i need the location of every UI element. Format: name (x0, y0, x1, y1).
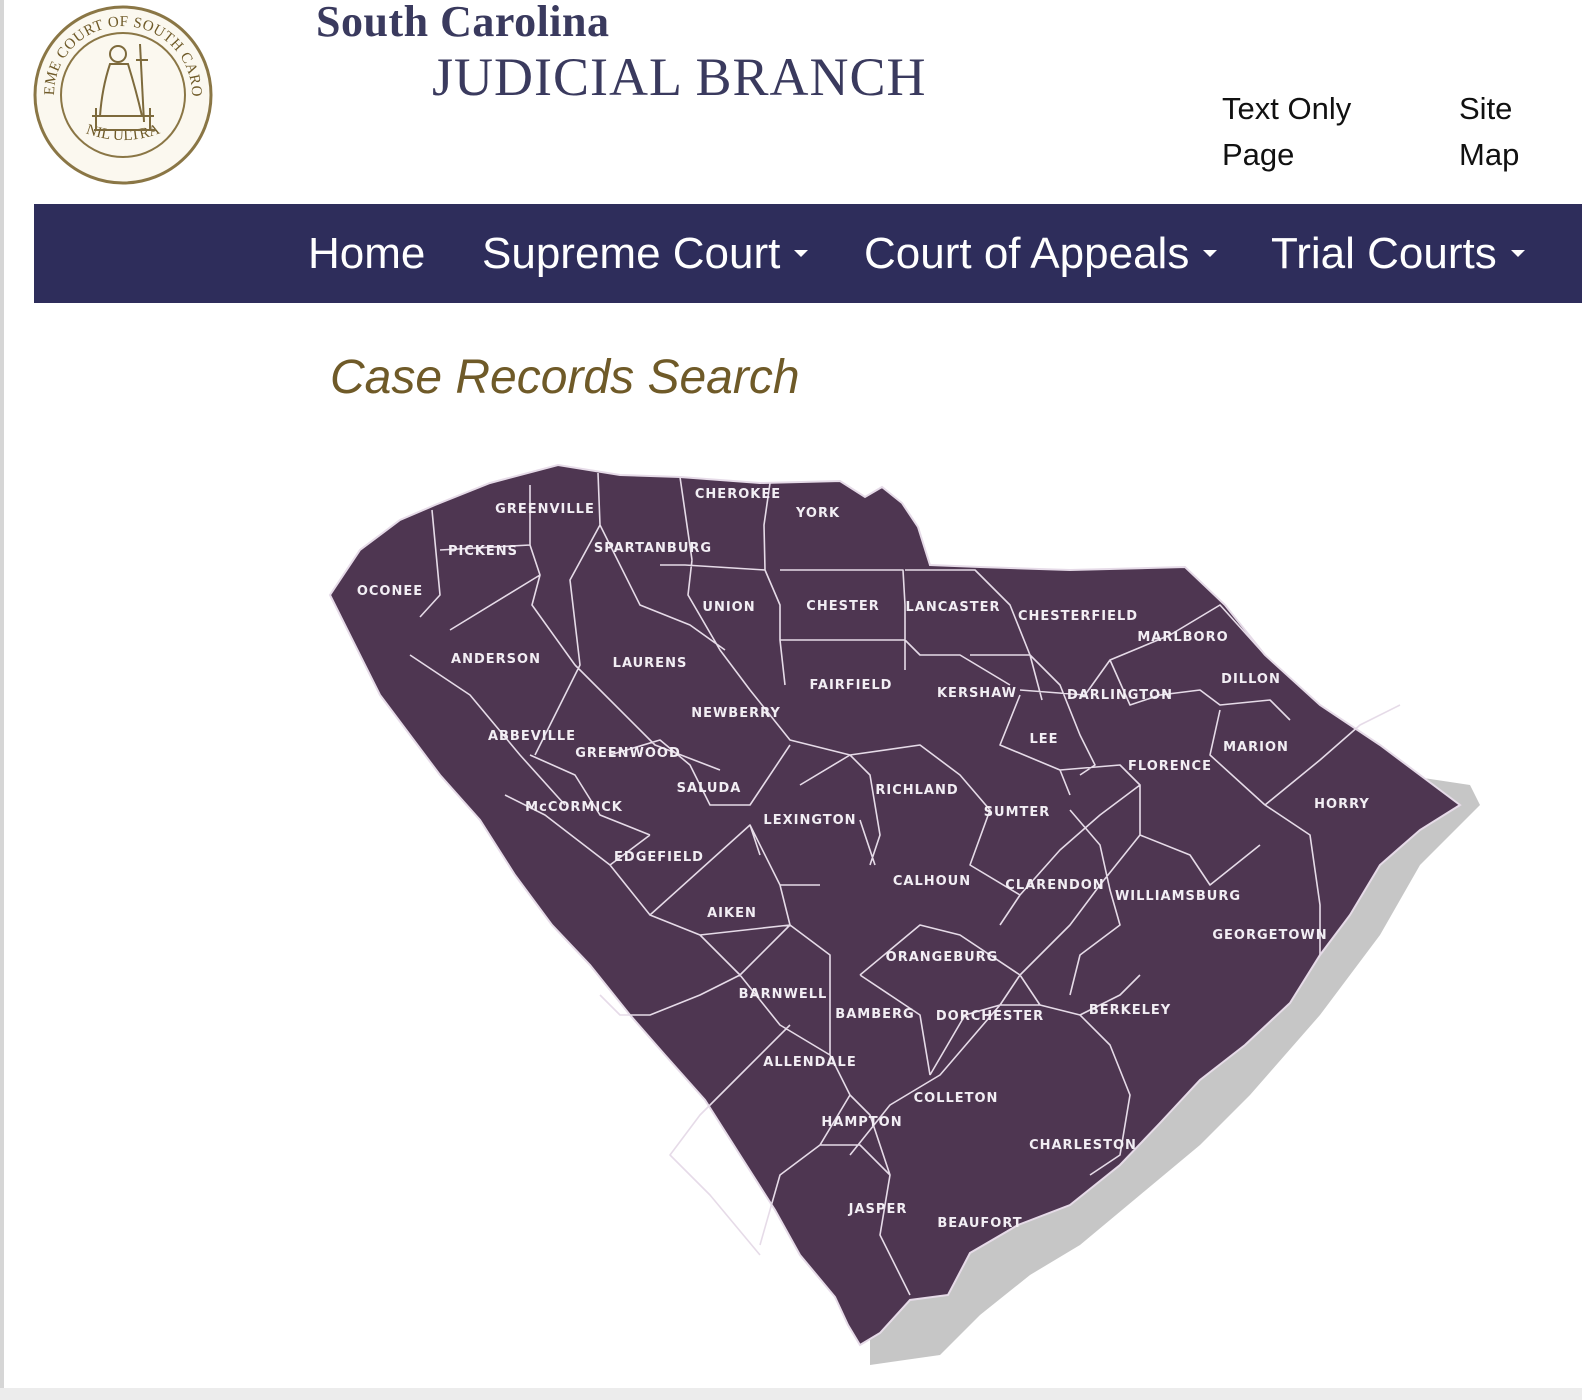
county-label-chester[interactable]: CHESTER (806, 599, 879, 614)
nav-trial-courts-label: Trial Courts (1271, 229, 1497, 278)
county-label-beaufort[interactable]: BEAUFORT (937, 1216, 1022, 1231)
county-label-hampton[interactable]: HAMPTON (821, 1115, 902, 1130)
main-nav: Home Supreme Court Court of Appeals Tria… (34, 204, 1582, 303)
county-label-dillon[interactable]: DILLON (1221, 672, 1281, 687)
county-label-greenville[interactable]: GREENVILLE (495, 502, 595, 517)
nav-supreme-court[interactable]: Supreme Court (482, 204, 809, 303)
chevron-down-icon (1510, 249, 1525, 257)
county-label-laurens[interactable]: LAURENS (613, 656, 688, 671)
brand-name-line2: JUDICIAL BRANCH (432, 47, 927, 107)
county-label-greenwood[interactable]: GREENWOOD (575, 746, 681, 761)
county-label-sumter[interactable]: SUMTER (984, 805, 1051, 820)
county-label-barnwell[interactable]: BARNWELL (739, 987, 828, 1002)
window-edge (0, 0, 4, 1400)
county-label-lee[interactable]: LEE (1029, 732, 1058, 747)
county-label-lexington[interactable]: LEXINGTON (763, 813, 856, 828)
county-label-williamsburg[interactable]: WILLIAMSBURG (1115, 889, 1241, 904)
south-carolina-county-map[interactable]: OCONEE PICKENS GREENVILLE SPARTANBURG CHEROK… (320, 455, 1480, 1375)
county-label-calhoun[interactable]: CALHOUN (893, 874, 971, 889)
county-label-charleston[interactable]: CHARLESTON (1029, 1138, 1137, 1153)
county-label-newberry[interactable]: NEWBERRY (691, 706, 781, 721)
county-label-edgefield[interactable]: EDGEFIELD (614, 850, 704, 865)
county-label-horry[interactable]: HORRY (1314, 797, 1370, 812)
site-header: SUPREME COURT OF SOUTH CAROLINA NIL ULTR… (0, 0, 1582, 204)
county-label-spartanburg[interactable]: SPARTANBURG (594, 541, 712, 556)
county-label-orangeburg[interactable]: ORANGEBURG (886, 950, 999, 965)
county-label-anderson[interactable]: ANDERSON (451, 652, 541, 667)
county-label-darlington[interactable]: DARLINGTON (1067, 688, 1173, 703)
county-label-georgetown[interactable]: GEORGETOWN (1212, 928, 1327, 943)
county-label-fairfield[interactable]: FAIRFIELD (810, 678, 893, 693)
county-label-colleton[interactable]: COLLETON (914, 1091, 999, 1106)
county-label-marlboro[interactable]: MARLBORO (1137, 630, 1228, 645)
brand-name-line1: South Carolina (316, 0, 610, 46)
county-label-florence[interactable]: FLORENCE (1128, 759, 1212, 774)
county-label-chesterfield[interactable]: CHESTERFIELD (1018, 609, 1138, 624)
county-label-lancaster[interactable]: LANCASTER (906, 600, 1001, 615)
county-label-marion[interactable]: MARION (1223, 740, 1289, 755)
county-label-bamberg[interactable]: BAMBERG (835, 1007, 914, 1022)
chevron-down-icon (794, 249, 809, 257)
county-label-york[interactable]: YORK (795, 506, 840, 521)
nav-supreme-court-label: Supreme Court (482, 229, 781, 278)
page-title: Case Records Search (330, 351, 800, 404)
site-map-link[interactable]: Site Map (1459, 86, 1549, 178)
county-label-kershaw[interactable]: KERSHAW (937, 686, 1017, 701)
county-label-abbeville[interactable]: ABBEVILLE (488, 729, 576, 744)
text-only-page-link[interactable]: Text Only Page (1222, 86, 1392, 178)
chevron-down-icon (1203, 249, 1218, 257)
county-label-berkeley[interactable]: BERKELEY (1089, 1003, 1171, 1018)
county-label-dorchester[interactable]: DORCHESTER (936, 1009, 1044, 1024)
county-label-saluda[interactable]: SALUDA (677, 781, 742, 796)
county-label-mccormick[interactable]: McCORMICK (525, 800, 623, 815)
county-label-clarendon[interactable]: CLARENDON (1005, 878, 1104, 893)
county-label-richland[interactable]: RICHLAND (875, 783, 958, 798)
county-label-union[interactable]: UNION (702, 600, 755, 615)
county-label-pickens[interactable]: PICKENS (448, 544, 518, 559)
nav-court-of-appeals-label: Court of Appeals (864, 229, 1190, 278)
county-label-aiken[interactable]: AIKEN (707, 906, 757, 921)
nav-home-label: Home (308, 229, 426, 278)
county-label-oconee[interactable]: OCONEE (357, 584, 423, 599)
county-label-cherokee[interactable]: CHEROKEE (695, 487, 781, 502)
window-bottom-edge (0, 1388, 1582, 1400)
nav-trial-courts[interactable]: Trial Courts (1271, 204, 1525, 303)
nav-home[interactable]: Home (308, 204, 425, 303)
county-label-jasper[interactable]: JASPER (848, 1202, 908, 1217)
county-label-allendale[interactable]: ALLENDALE (763, 1055, 856, 1070)
supreme-court-seal-icon[interactable]: SUPREME COURT OF SOUTH CAROLINA NIL ULTR… (32, 4, 214, 186)
nav-court-of-appeals[interactable]: Court of Appeals (864, 204, 1218, 303)
